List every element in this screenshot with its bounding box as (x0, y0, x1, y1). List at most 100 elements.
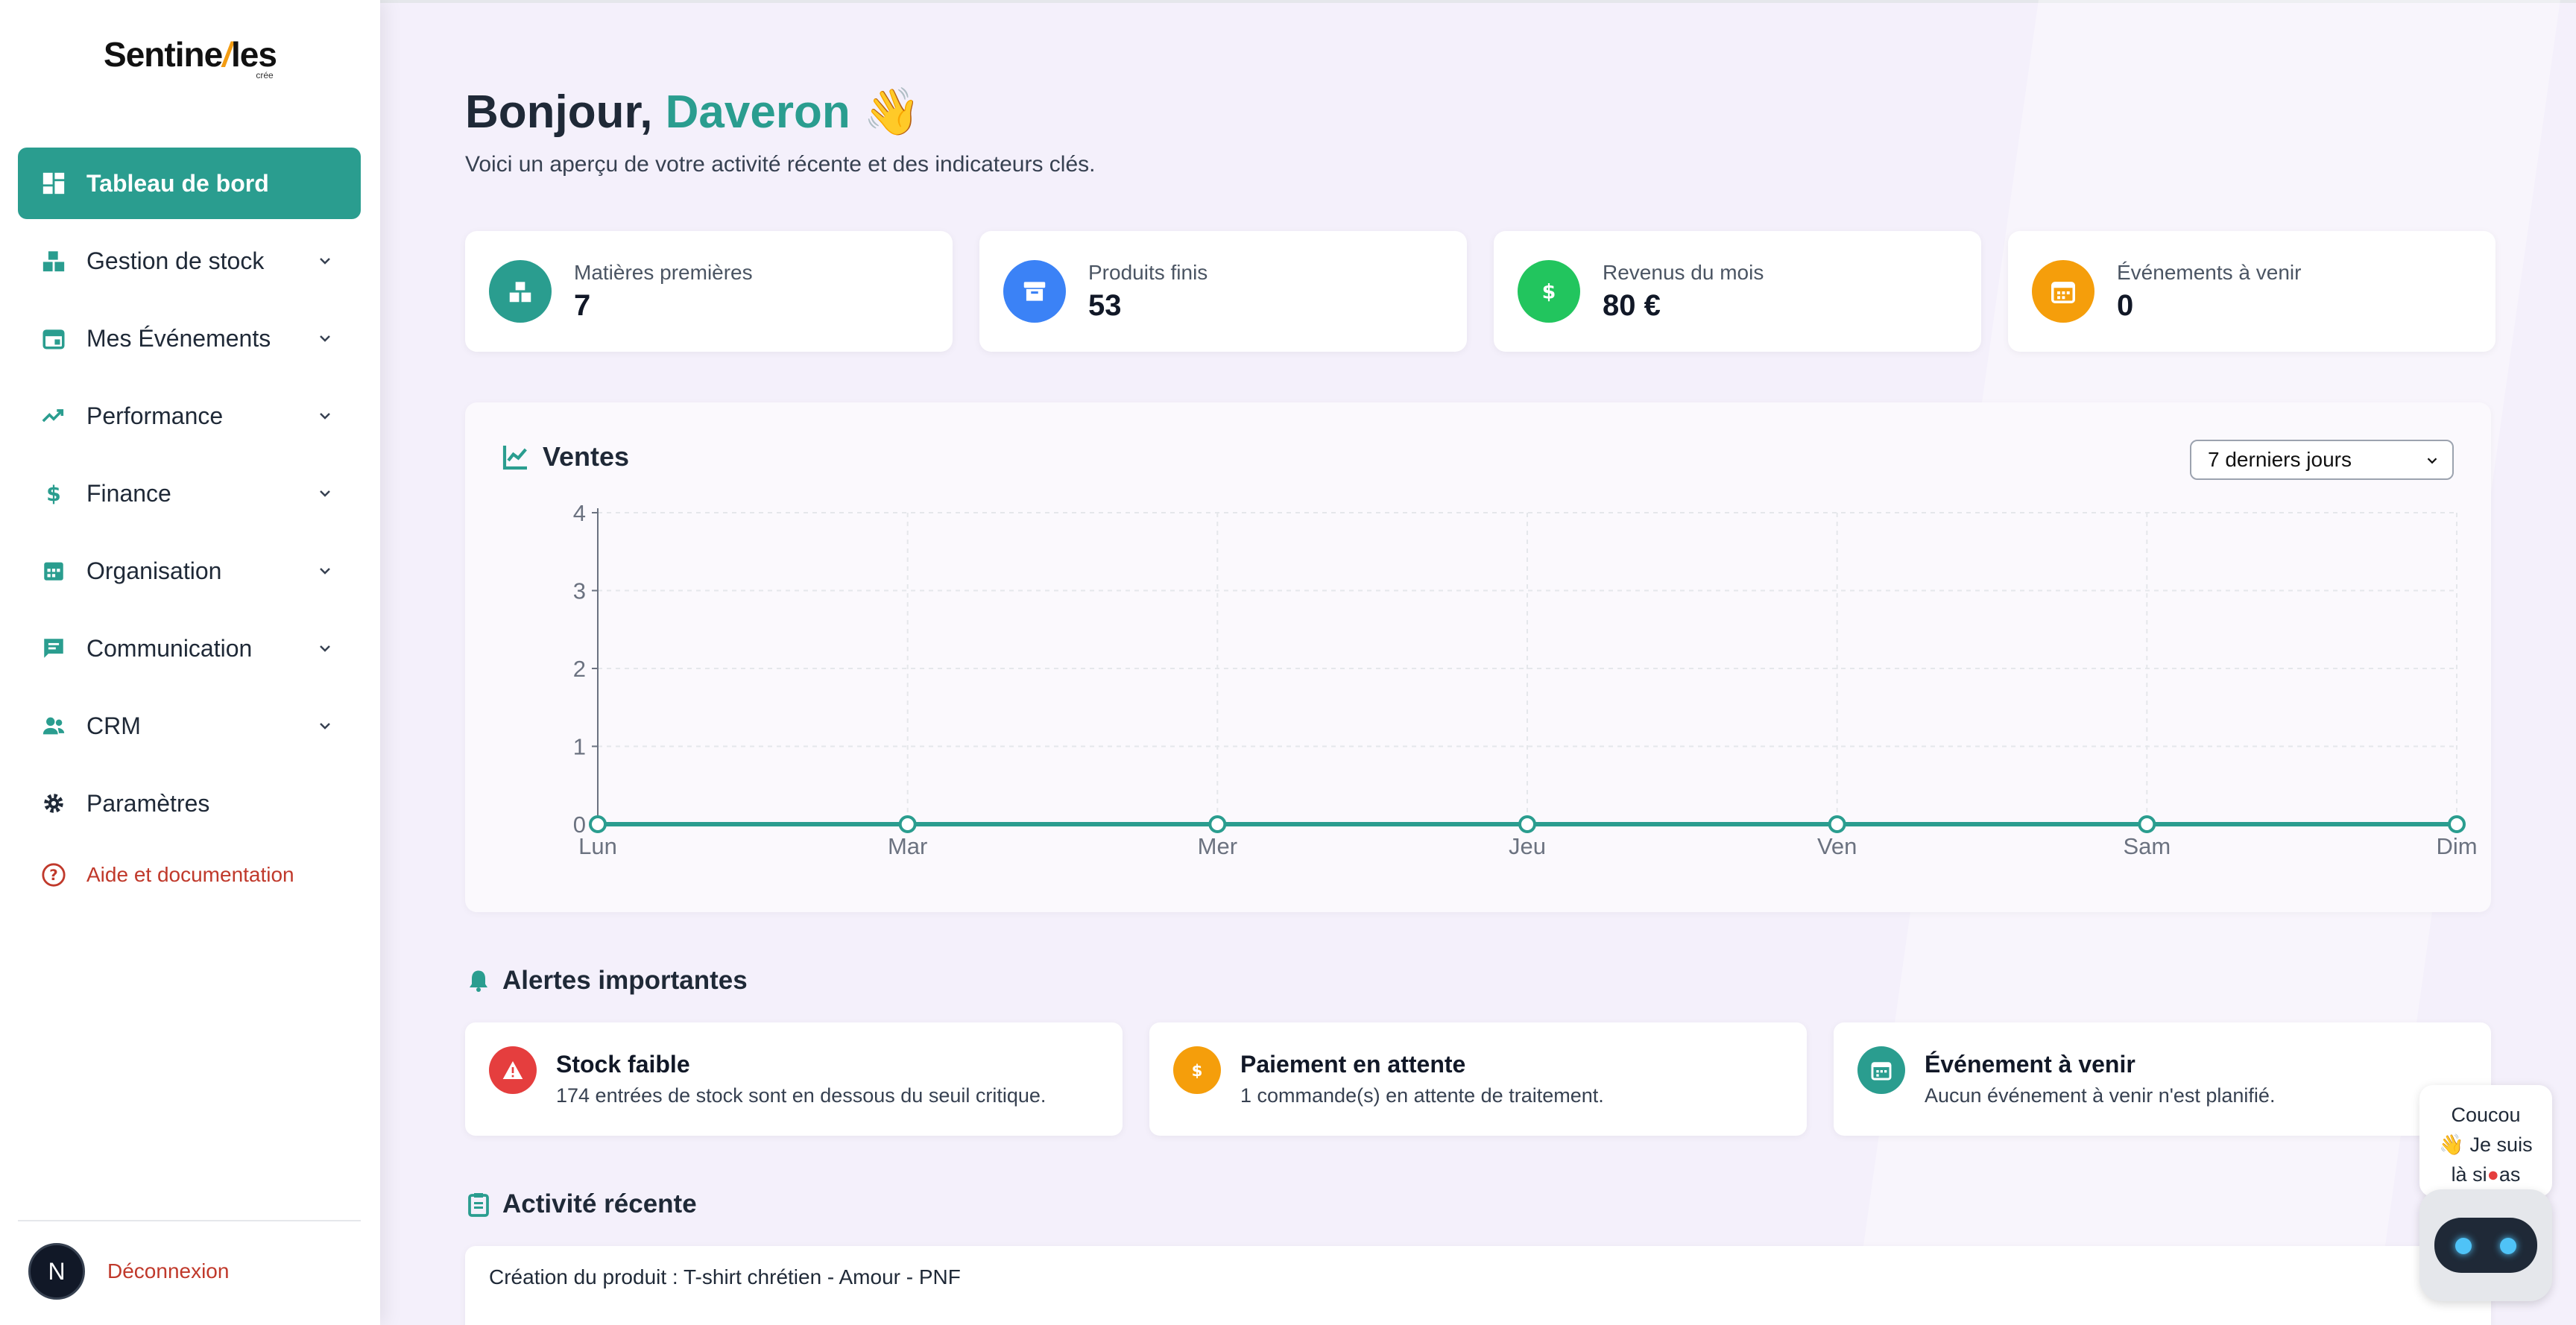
assistant-bot-button[interactable] (2419, 1189, 2552, 1301)
sidebar-item-label: CRM (86, 712, 141, 739)
section-title-text: Activité récente (502, 1189, 697, 1218)
chevron-down-icon (320, 723, 330, 730)
calendar-icon (40, 325, 67, 352)
sidebar-item-dashboard[interactable]: Tableau de bord (18, 148, 361, 219)
stats-row: Matières premières 7 Produits finis 53 $… (465, 231, 2496, 352)
data-point (1828, 815, 1846, 833)
dollar-icon: $ (40, 480, 67, 507)
sidebar-item-label: Communication (86, 634, 253, 662)
stat-value: 53 (1088, 288, 1122, 322)
alert-card-pending-payment[interactable]: $ Paiement en attente 1 commande(s) en a… (1149, 1022, 1807, 1136)
y-tick-label: 4 (573, 500, 586, 526)
stat-card-finished-products[interactable]: Produits finis 53 (979, 231, 1467, 352)
data-point (1208, 815, 1227, 833)
chevron-down-icon (320, 258, 330, 265)
chevron-down-icon (320, 413, 330, 420)
sidebar: Sentine/les crée Tableau de bord Gestion… (0, 0, 380, 1325)
sidebar-item-label: Paramètres (86, 789, 210, 817)
alerts-section-title: Alertes importantes (465, 966, 748, 996)
x-tick-label: Dim (2436, 833, 2477, 859)
stat-card-monthly-revenue[interactable]: $ Revenus du mois 80 € (1494, 231, 1981, 352)
calendar-icon (2032, 260, 2094, 323)
sidebar-nav: Tableau de bord Gestion de stock Mes Évé… (18, 148, 361, 911)
sidebar-item-label: Tableau de bord (86, 169, 269, 197)
section-title-text: Alertes importantes (502, 966, 748, 995)
avatar[interactable]: N (28, 1243, 85, 1300)
user-name: Daveron (665, 86, 850, 138)
sidebar-divider (18, 1220, 361, 1221)
boxes-icon (40, 247, 67, 274)
sidebar-item-performance[interactable]: Performance (18, 380, 361, 452)
data-point (2138, 815, 2156, 833)
help-circle-icon: ? (40, 861, 67, 888)
wave-emoji: 👋 (862, 86, 921, 138)
help-label: Aide et documentation (86, 863, 294, 886)
assistant-bubble[interactable]: Coucou 👋 Je suis là si●as (2419, 1085, 2552, 1197)
y-tick-label: 3 (573, 578, 586, 604)
sidebar-item-label: Gestion de stock (86, 247, 265, 274)
x-tick-label: Lun (578, 833, 617, 859)
y-tick-label: 2 (573, 656, 586, 682)
dashboard-icon (40, 170, 67, 197)
alerts-row: Stock faible 174 entrées de stock sont e… (465, 1022, 2491, 1136)
alert-title: Événement à venir (1925, 1051, 2135, 1078)
chevron-down-icon (320, 490, 330, 497)
sidebar-item-label: Performance (86, 402, 224, 429)
sidebar-item-label: Finance (86, 479, 171, 507)
page-subtitle: Voici un aperçu de votre activité récent… (465, 152, 1096, 177)
sidebar-item-organisation[interactable]: Organisation (18, 535, 361, 607)
svg-text:$: $ (46, 481, 61, 506)
svg-text:?: ? (49, 867, 58, 884)
warning-icon (489, 1046, 537, 1094)
dollar-icon: $ (1173, 1046, 1221, 1094)
alert-card-low-stock[interactable]: Stock faible 174 entrées de stock sont e… (465, 1022, 1123, 1136)
logout-button[interactable]: N Déconnexion (28, 1243, 229, 1300)
assistant-line: Coucou (2451, 1104, 2521, 1126)
clipboard-icon (468, 1193, 489, 1217)
sidebar-item-crm[interactable]: CRM (18, 690, 361, 762)
stat-label: Matières premières (574, 260, 753, 284)
bell-icon (470, 970, 487, 992)
stat-label: Événements à venir (2117, 260, 2302, 284)
sidebar-item-settings[interactable]: Paramètres (18, 768, 361, 839)
sidebar-item-finance[interactable]: $ Finance (18, 458, 361, 529)
alert-title: Paiement en attente (1240, 1051, 1466, 1078)
list-item[interactable]: Création du produit : T-shirt chrétien -… (489, 1265, 2467, 1289)
stat-card-upcoming-events[interactable]: Événements à venir 0 (2008, 231, 2496, 352)
sidebar-item-label: Organisation (86, 557, 222, 584)
stat-value: 7 (574, 288, 591, 322)
sidebar-item-events[interactable]: Mes Événements (18, 303, 361, 374)
activity-list: Création du produit : T-shirt chrétien -… (465, 1246, 2491, 1325)
x-tick-label: Ven (1817, 833, 1857, 859)
x-tick-label: Sam (2123, 833, 2171, 859)
brand-logo[interactable]: Sentine/les crée (0, 34, 380, 80)
robot-icon (2434, 1218, 2537, 1273)
assistant-line: 👋 Je suis (2439, 1133, 2533, 1156)
archive-icon (1003, 260, 1066, 323)
sidebar-item-communication[interactable]: Communication (18, 613, 361, 684)
chevron-down-icon (320, 568, 330, 575)
robot-eye (2500, 1238, 2516, 1254)
chevron-down-icon (320, 335, 330, 342)
stat-card-raw-materials[interactable]: Matières premières 7 (465, 231, 953, 352)
sidebar-item-stock[interactable]: Gestion de stock (18, 225, 361, 297)
stat-label: Revenus du mois (1603, 260, 1764, 284)
chat-icon (40, 635, 67, 662)
alert-card-upcoming-event[interactable]: Événement à venir Aucun événement à veni… (1834, 1022, 2491, 1136)
sidebar-item-label: Mes Événements (86, 324, 271, 352)
page-title: Bonjour, Daveron 👋 (465, 85, 921, 139)
chevron-down-icon (320, 645, 330, 652)
assistant-line: là si●as (2451, 1163, 2521, 1186)
sidebar-item-help[interactable]: ? Aide et documentation (18, 845, 361, 905)
activity-section-title: Activité récente (465, 1189, 697, 1219)
dollar-icon: $ (1518, 260, 1580, 323)
alert-desc: Aucun événement à venir n'est planifié. (1925, 1084, 2276, 1107)
data-point (2448, 815, 2466, 833)
y-tick-label: 1 (573, 734, 586, 760)
users-icon (40, 712, 67, 739)
greeting-text: Bonjour, (465, 86, 653, 138)
data-point (898, 815, 917, 833)
gear-icon (40, 790, 67, 817)
sales-line-chart: 01234Lun Mar Mer Jeu Ven Sam Dim (573, 500, 2478, 859)
main-content: Bonjour, Daveron 👋 Voici un aperçu de vo… (380, 0, 2576, 1325)
